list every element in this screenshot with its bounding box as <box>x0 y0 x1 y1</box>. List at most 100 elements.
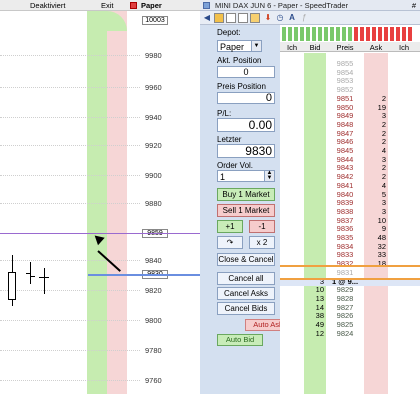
minus-one-button[interactable]: -1 <box>249 220 275 233</box>
price-label: 9800 <box>145 316 162 325</box>
window-titlebar[interactable]: MINI DAX JUN 6 - Paper - SpeedTrader # <box>200 0 420 11</box>
double-button[interactable]: x 2 <box>249 236 275 249</box>
volume-bar <box>348 27 352 41</box>
lock-icon[interactable] <box>250 13 260 23</box>
ich-header-right: Ich <box>398 43 409 52</box>
volume-bar <box>318 27 322 41</box>
candle-tick <box>26 273 31 274</box>
position-field[interactable]: 0 <box>217 66 275 78</box>
grid-line <box>0 175 140 176</box>
list-icon[interactable] <box>226 13 236 23</box>
ich-header: Ich <box>286 43 297 52</box>
volume-bar <box>390 27 394 41</box>
font-icon[interactable]: A <box>287 13 297 23</box>
volume-bar <box>378 27 382 41</box>
volume-bar <box>288 27 292 41</box>
exit-label[interactable]: Exit <box>101 1 114 10</box>
volume-bar <box>294 27 298 41</box>
settings-icon[interactable] <box>214 13 224 23</box>
price-chart[interactable]: Deaktiviert Exit Paper 10003 9980 9960 9… <box>0 0 200 394</box>
window-icon <box>203 2 210 9</box>
top-price-box: 10003 <box>142 16 168 25</box>
speedtrader-window: MINI DAX JUN 6 - Paper - SpeedTrader # ◀… <box>200 0 420 394</box>
arrow-down-icon[interactable]: ⬇ <box>263 13 273 23</box>
close-cancel-button[interactable]: Close & Cancel <box>217 253 275 266</box>
grid-line <box>0 290 140 291</box>
volume-bar <box>330 27 334 41</box>
bid-limit-line <box>280 277 420 280</box>
price-cell: 9824 <box>336 328 354 338</box>
volume-bar <box>354 27 358 41</box>
price-label: 9820 <box>145 286 162 295</box>
auto-bid-button[interactable]: Auto Bid <box>217 334 263 346</box>
grid-line <box>0 55 140 56</box>
volume-bar <box>324 27 328 41</box>
chevron-down-icon[interactable]: ▼ <box>251 41 261 51</box>
order-vol-label: Order Vol. <box>217 161 254 170</box>
depot-select[interactable]: Paper ▼ <box>217 40 262 52</box>
grid-line <box>0 145 140 146</box>
candle-wick <box>44 268 45 294</box>
clock-icon[interactable]: ◷ <box>275 13 285 23</box>
grid-line <box>0 380 140 381</box>
cancel-asks-button[interactable]: Cancel Asks <box>217 287 275 300</box>
volume-bar <box>372 27 376 41</box>
price-label: 9780 <box>145 346 162 355</box>
spinner-icon[interactable]: ▲ ▼ <box>264 170 274 181</box>
window-hash: # <box>411 1 416 10</box>
volume-bar <box>282 27 286 41</box>
price-label: 9840 <box>145 256 162 265</box>
bid-header: Bid <box>309 43 321 52</box>
price-label: 9940 <box>145 113 162 122</box>
ladder-row[interactable]: 12 9824 <box>280 328 420 339</box>
reverse-button[interactable]: ↷ <box>217 236 243 249</box>
buy-market-button[interactable]: Buy 1 Market <box>217 188 275 201</box>
last-price-line <box>88 274 200 276</box>
price-label: 9880 <box>145 199 162 208</box>
toolbar: ◀ ⬇ ◷ A ƒ <box>200 11 420 25</box>
cancel-bids-button[interactable]: Cancel Bids <box>217 302 275 315</box>
candle <box>8 272 16 300</box>
price-ladder: Ich Bid Preis Ask Ich 9855 9854 9853 9852 98… <box>280 25 420 394</box>
volume-bar <box>402 27 406 41</box>
candle-tick <box>39 277 49 278</box>
letzter-label: Letzter <box>217 135 242 144</box>
bid-cell[interactable]: 12 <box>304 329 324 339</box>
grid-line <box>0 117 140 118</box>
depot-value: Paper <box>220 42 245 52</box>
volume-bar <box>336 27 340 41</box>
formula-icon[interactable]: ƒ <box>299 13 309 23</box>
deactivated-label: Deaktiviert <box>30 1 66 10</box>
price-label: 9760 <box>145 376 162 385</box>
preis-position-label: Preis Position <box>217 82 266 91</box>
preis-position-field[interactable]: 0 <box>217 92 275 104</box>
paper-indicator-icon <box>130 2 137 9</box>
order-controls: Depot: Paper ▼ Akt. Position 0 Preis Pos… <box>215 25 291 394</box>
order-vol-field[interactable]: 1 ▲ ▼ <box>217 170 275 182</box>
arrow-left-icon[interactable]: ◀ <box>202 13 212 23</box>
stop-icon[interactable] <box>238 13 248 23</box>
grid-line <box>0 350 140 351</box>
cancel-all-button[interactable]: Cancel all <box>217 272 275 285</box>
pl-label: P/L: <box>217 109 232 118</box>
pl-field: 0.00 <box>217 118 275 132</box>
grid-line <box>0 87 140 88</box>
candle-tick <box>30 276 35 277</box>
ladder-header: Ich Bid Preis Ask Ich <box>280 42 420 52</box>
volume-bar <box>384 27 388 41</box>
volume-bar <box>396 27 400 41</box>
volume-bar <box>306 27 310 41</box>
position-label: Akt. Position <box>217 56 262 65</box>
ask-limit-line <box>280 265 420 268</box>
volume-bar <box>312 27 316 41</box>
volume-bar <box>300 27 304 41</box>
depot-label: Depot: <box>217 28 241 37</box>
paper-label: Paper <box>141 1 162 10</box>
volume-bar <box>366 27 370 41</box>
chart-header: Deaktiviert Exit Paper <box>0 0 200 11</box>
order-vol-value: 1 <box>220 172 226 182</box>
plus-one-button[interactable]: +1 <box>217 220 243 233</box>
sell-market-button[interactable]: Sell 1 Market <box>217 204 275 217</box>
preis-header: Preis <box>336 43 354 52</box>
letzter-field: 9830 <box>217 144 275 158</box>
